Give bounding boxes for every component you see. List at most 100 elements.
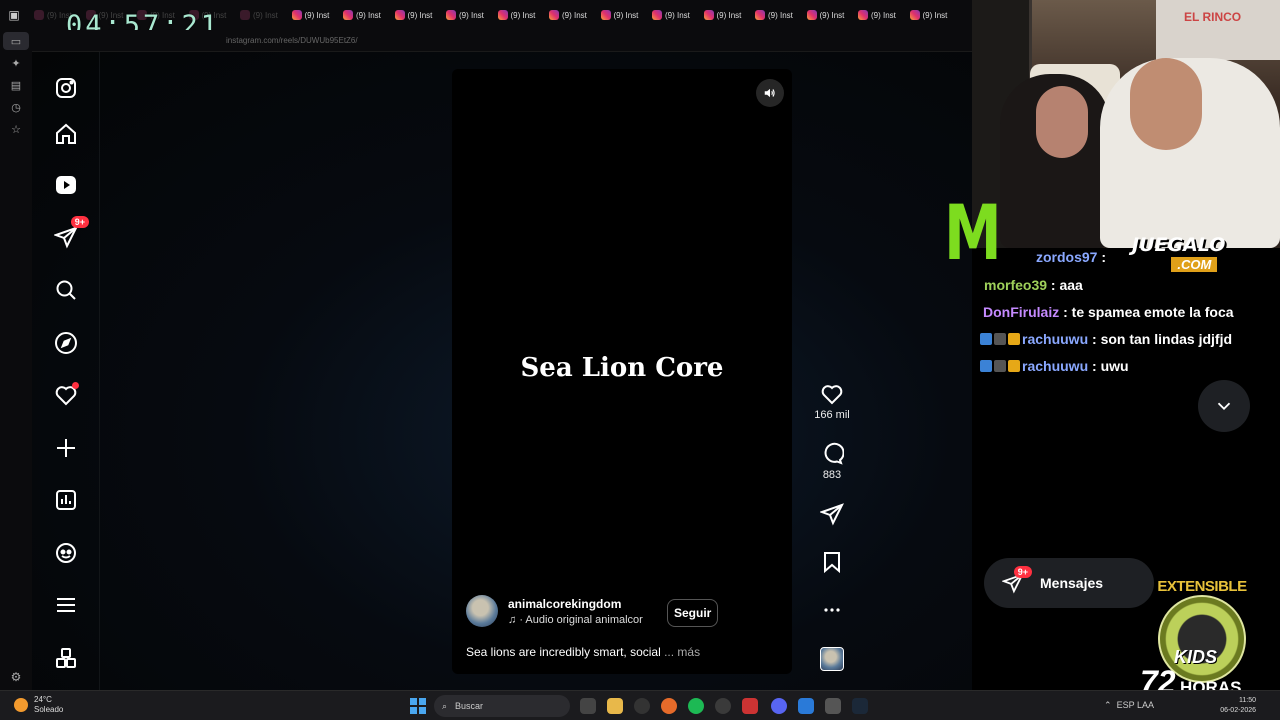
instagram-favicon-icon — [806, 10, 817, 20]
threads-icon[interactable] — [51, 538, 81, 568]
clock-date: 06-02-2026 — [1220, 707, 1256, 714]
create-icon[interactable] — [51, 433, 81, 463]
ai-sparkle-icon[interactable]: ✦ — [0, 52, 32, 74]
instagram-favicon-icon — [343, 10, 353, 20]
browser-tab[interactable]: (9) Inst — [288, 0, 340, 30]
audio-thumbnail[interactable] — [820, 647, 844, 671]
chat-username[interactable]: morfeo39 — [984, 277, 1047, 293]
comment-count: 883 — [822, 469, 842, 481]
person-right-face — [1130, 58, 1202, 150]
browser-tab[interactable]: (9) Inst — [545, 0, 597, 30]
explore-icon[interactable] — [51, 328, 81, 358]
extensible-text: EXTENSIBLE — [1157, 578, 1247, 595]
windows-start-icon[interactable] — [410, 698, 426, 714]
follow-button[interactable]: Seguir — [667, 599, 719, 627]
taskbar-clock[interactable]: 11:50 06-02-2026 — [1220, 696, 1256, 716]
tab-title: (9) Inst — [716, 10, 742, 20]
audio-info[interactable]: ♫ · Audio original animalcor — [508, 614, 654, 626]
steam-icon[interactable] — [852, 698, 868, 714]
browser-tab[interactable]: (9) Inst — [494, 0, 546, 30]
favorites-icon[interactable]: ☆ — [0, 118, 32, 140]
instagram-favicon-icon — [446, 10, 456, 20]
browser-tab[interactable]: (9) Inst — [236, 0, 288, 30]
monster-logo: M — [944, 188, 1002, 278]
author-avatar[interactable] — [466, 595, 498, 627]
screen: ▣ (9) Inst (9) Inst (9) Inst (9) Inst (9) In… — [0, 0, 1280, 720]
messages-button[interactable]: 9+ Mensajes — [984, 558, 1154, 608]
discord-icon[interactable] — [771, 698, 787, 714]
more-link[interactable]: ... más — [664, 645, 700, 659]
more-options-button[interactable] — [812, 598, 852, 622]
app-icon[interactable] — [715, 698, 731, 714]
share-button[interactable] — [812, 502, 852, 526]
instagram-favicon-icon — [394, 10, 405, 20]
weather-condition: Soleado — [34, 705, 64, 714]
system-tray[interactable]: ⌃ ESP LAA — [1104, 700, 1154, 711]
dashboard-icon[interactable] — [51, 485, 81, 515]
app-gray-icon[interactable] — [825, 698, 841, 714]
obs-icon[interactable] — [634, 698, 650, 714]
comment-button[interactable]: 883 — [812, 442, 852, 481]
messages-icon[interactable]: 9+ — [51, 216, 89, 252]
browser-tab[interactable]: (9) Inst — [442, 0, 494, 30]
search-placeholder: Buscar — [455, 701, 484, 711]
volume-icon[interactable] — [756, 79, 784, 107]
chat-username[interactable]: DonFirulaiz — [983, 304, 1059, 320]
chat-text: : son tan lindas jdjfjd — [1088, 331, 1233, 347]
apps-icon[interactable] — [51, 643, 81, 673]
browser-tab[interactable]: (9) Inst — [906, 0, 958, 30]
firefox-icon[interactable] — [661, 698, 677, 714]
reel-video[interactable]: Sea Lion Core animalcorekingdom ♫ · Audi… — [452, 69, 792, 674]
reading-list-icon[interactable]: ▤ — [0, 74, 32, 96]
search-icon[interactable] — [51, 275, 81, 305]
tab-title: (9) Inst — [253, 10, 278, 20]
browser-tab[interactable]: (9) Inst — [700, 0, 752, 30]
task-view-icon[interactable] — [580, 698, 596, 714]
instagram-favicon-icon — [703, 10, 714, 20]
reels-icon[interactable] — [51, 170, 81, 200]
chat-username[interactable]: rachuuwu — [1022, 331, 1088, 347]
browser-tab[interactable]: (9) Inst — [854, 0, 906, 30]
browser-tab[interactable]: (9) Inst — [648, 0, 700, 30]
instagram-favicon-icon — [755, 10, 765, 20]
tab-title: (9) Inst — [613, 10, 639, 20]
home-icon[interactable] — [51, 119, 81, 149]
settings-gear-icon[interactable]: ⚙ — [0, 670, 32, 684]
reel-caption[interactable]: Sea lions are incredibly smart, social .… — [466, 645, 700, 659]
sun-icon — [14, 698, 28, 712]
browser-tab[interactable]: (9) Inst — [391, 0, 443, 30]
browser-tab[interactable]: (9) Inst — [597, 0, 649, 30]
app-blue-icon[interactable] — [798, 698, 814, 714]
notifications-icon[interactable] — [51, 380, 81, 410]
taskbar-search[interactable]: ⌕ Buscar — [434, 695, 570, 717]
tray-chevron-icon[interactable]: ⌃ — [1104, 700, 1112, 710]
media-app-icon[interactable] — [742, 698, 758, 714]
author-name[interactable]: animalcorekingdom — [508, 597, 654, 611]
address-bar[interactable]: instagram.com/reels/DUWUb95EtZ6/ — [32, 30, 972, 52]
tabs-panel-icon[interactable]: ▭ — [3, 32, 29, 50]
browser-tab[interactable]: (9) Inst — [803, 0, 855, 30]
menu-icon[interactable] — [51, 590, 81, 620]
like-button[interactable]: 166 mil — [812, 382, 852, 421]
reel-author[interactable]: animalcorekingdom ♫ · Audio original ani… — [466, 595, 654, 627]
instagram-logo-icon[interactable] — [51, 73, 81, 103]
tab-actions-icon[interactable]: ▣ — [0, 0, 28, 30]
webcam-feed: EL RINCO — [972, 0, 1280, 248]
spotify-icon[interactable] — [688, 698, 704, 714]
juegalo-text: JUEGALO — [1132, 234, 1226, 256]
chat-text: : aaa — [1047, 277, 1083, 293]
chat-username[interactable]: zordos97 — [1036, 249, 1097, 265]
url-text[interactable]: instagram.com/reels/DUWUb95EtZ6/ — [226, 36, 358, 45]
weather-widget[interactable]: 24°C Soleado — [14, 695, 63, 715]
file-explorer-icon[interactable] — [607, 698, 623, 714]
browser-tab[interactable]: (9) Inst — [751, 0, 803, 30]
browser-tab[interactable]: (9) Inst — [339, 0, 391, 30]
scroll-down-button[interactable] — [1198, 380, 1250, 432]
instagram-favicon-icon — [240, 10, 250, 20]
chat-message: DonFirulaiz : te spamea emote la foca — [983, 304, 1234, 320]
save-button[interactable] — [812, 550, 852, 574]
search-glass-icon: ⌕ — [442, 700, 448, 711]
history-icon[interactable]: ◷ — [0, 96, 32, 118]
chat-username[interactable]: rachuuwu — [1022, 358, 1088, 374]
lang-top: ESP — [1116, 700, 1135, 710]
